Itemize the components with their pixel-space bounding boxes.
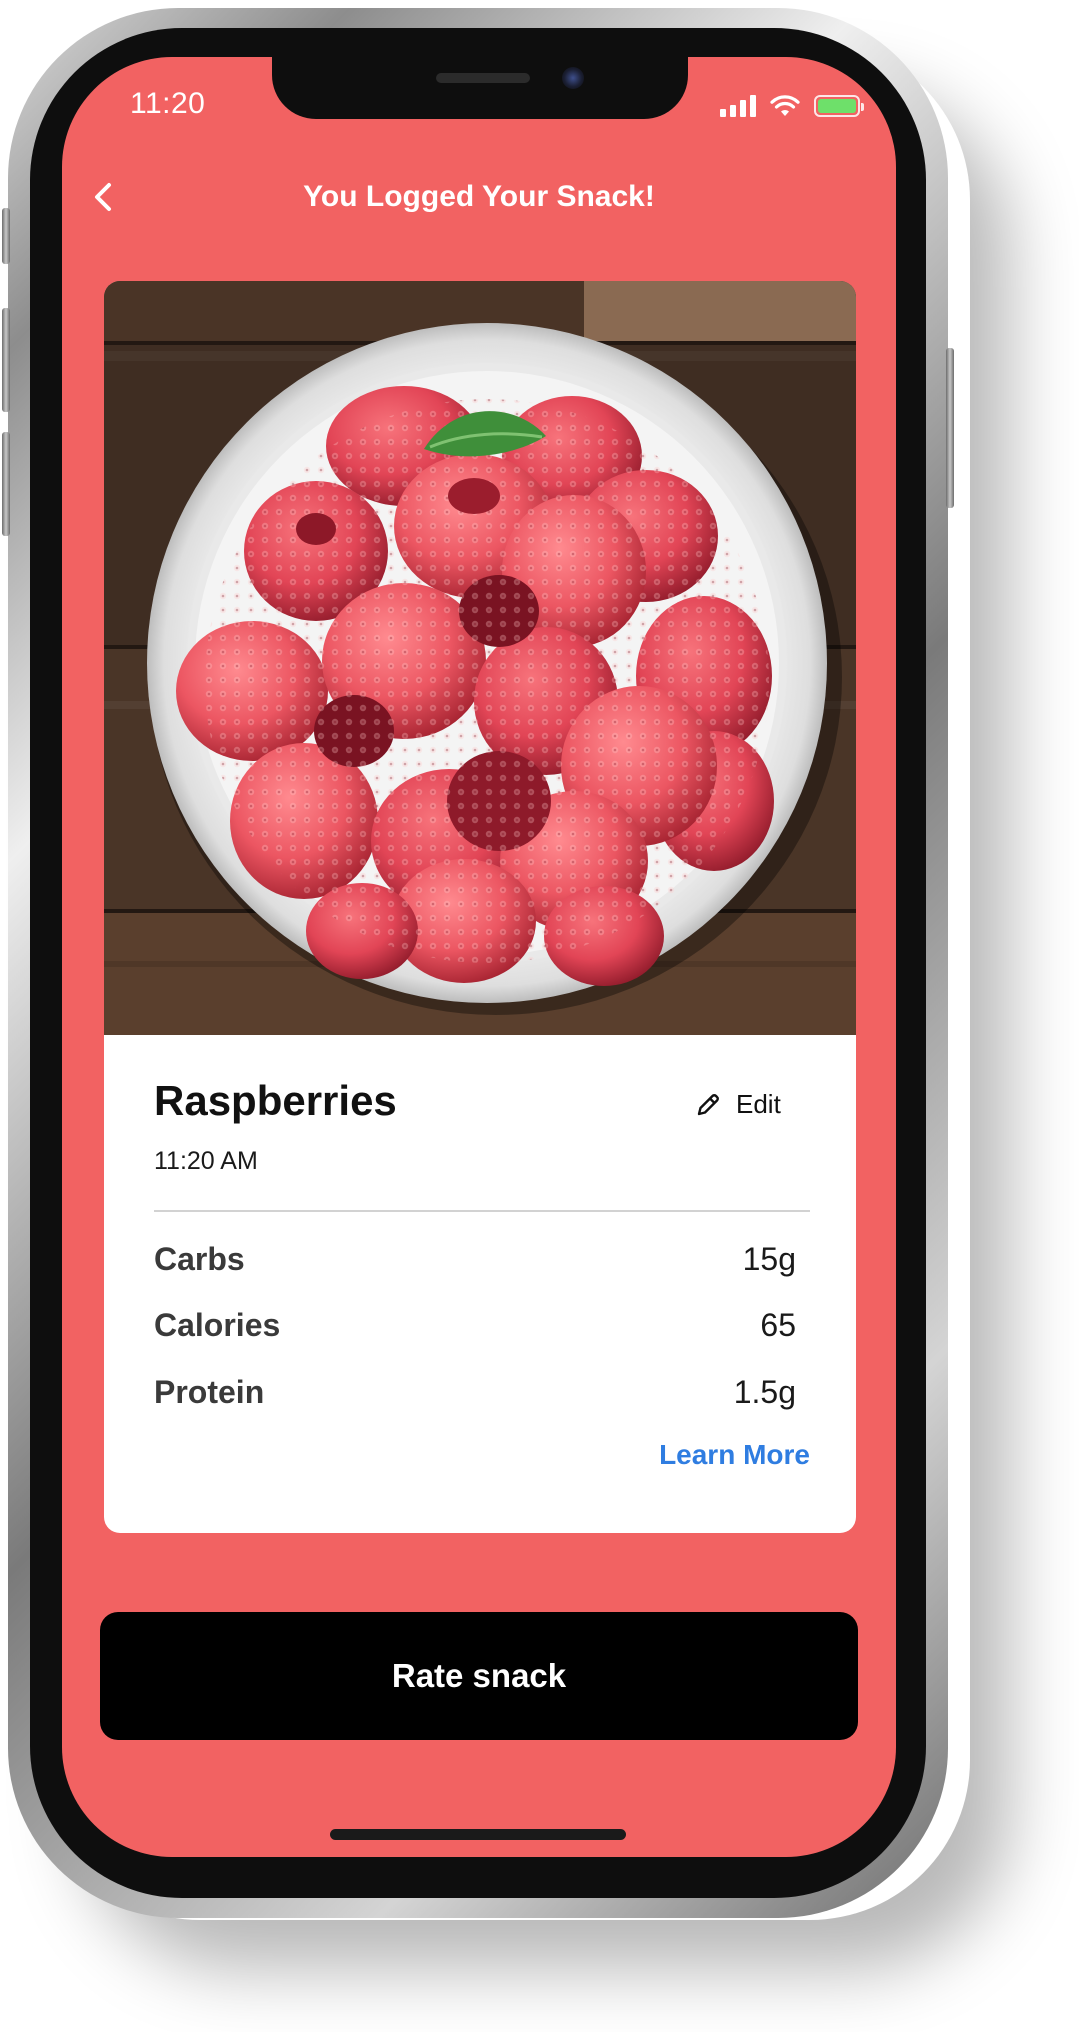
home-indicator[interactable] (330, 1829, 626, 1840)
nutrient-value: 1.5g (733, 1374, 796, 1410)
nutrient-row-protein: Protein 1.5g (154, 1374, 796, 1411)
notch (272, 57, 688, 119)
power-button (946, 348, 954, 508)
snack-card: Raspberries 11:20 AM Edit Carbs 15g Calo… (104, 281, 856, 1533)
learn-more-link[interactable]: Learn More (659, 1439, 810, 1471)
snack-time: 11:20 AM (154, 1147, 258, 1175)
front-camera (562, 67, 584, 89)
rate-snack-button[interactable]: Rate snack (100, 1612, 858, 1740)
nutrient-row-carbs: Carbs 15g (154, 1241, 796, 1278)
nutrient-value: 65 (760, 1307, 796, 1343)
battery-level (818, 99, 856, 113)
edit-button[interactable]: Edit (694, 1089, 781, 1120)
wifi-icon (770, 95, 800, 116)
volume-up-button (2, 308, 10, 412)
nutrient-value: 15g (742, 1241, 796, 1277)
nutrient-label: Carbs (154, 1241, 245, 1277)
snack-name: Raspberries (154, 1077, 397, 1124)
nutrient-label: Calories (154, 1307, 281, 1343)
nutrient-label: Protein (154, 1374, 265, 1410)
mute-switch (2, 208, 10, 264)
nutrient-row-calories: Calories 65 (154, 1307, 796, 1344)
status-time: 11:20 (130, 87, 206, 120)
speaker-grille (436, 73, 530, 83)
volume-down-button (2, 432, 10, 536)
edit-label: Edit (736, 1089, 781, 1119)
page-title: You Logged Your Snack! (303, 180, 655, 213)
raspberries-bowl-photo (104, 281, 856, 1035)
status-icons (720, 95, 864, 117)
battery-icon (814, 95, 864, 117)
divider (154, 1210, 810, 1212)
cellular-signal-icon (720, 95, 756, 117)
app-screen: 11:20 You Logged Your Snack! Raspberries… (62, 57, 896, 1857)
pencil-icon (697, 1093, 719, 1115)
